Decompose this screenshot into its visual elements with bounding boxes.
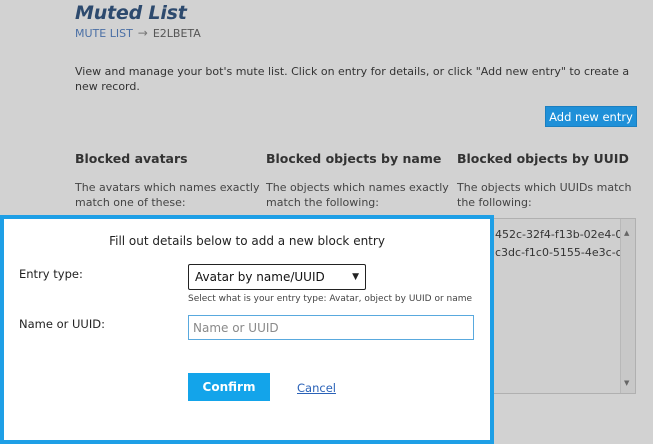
chevron-down-icon: ▼ xyxy=(352,272,359,282)
intro-text: View and manage your bot's mute list. Cl… xyxy=(75,65,630,93)
scrollbar[interactable]: ▲ ▼ xyxy=(620,219,635,393)
breadcrumb: MUTE LIST → E2LBETA xyxy=(75,26,201,40)
blocked-objects-by-name-column: Blocked objects by name The objects whic… xyxy=(266,151,451,210)
column-title: Blocked avatars xyxy=(75,151,188,166)
uuid-list-box[interactable]: 452c-32f4-f13b-02e4-0 c3dc-f1c0-5155-4e3… xyxy=(476,218,636,394)
column-desc: The avatars which names exactly match on… xyxy=(75,181,260,209)
scroll-up-icon[interactable]: ▲ xyxy=(624,229,629,237)
entry-type-select[interactable]: Avatar by name/UUID ▼ xyxy=(188,264,366,290)
column-desc: The objects which names exactly match th… xyxy=(266,181,449,209)
column-desc: The objects which UUIDs match the follow… xyxy=(457,181,632,209)
add-entry-modal: Fill out details below to add a new bloc… xyxy=(0,215,494,444)
entry-type-hint: Select what is your entry type: Avatar, … xyxy=(188,294,473,304)
list-item[interactable]: c3dc-f1c0-5155-4e3c-c xyxy=(495,246,625,259)
list-item[interactable]: 452c-32f4-f13b-02e4-0 xyxy=(495,228,625,241)
blocked-avatars-column: Blocked avatars The avatars which names … xyxy=(75,151,260,210)
entry-type-label: Entry type: xyxy=(19,267,83,281)
page-title: Muted List xyxy=(75,2,187,24)
breadcrumb-arrow-icon: → xyxy=(137,26,148,40)
breadcrumb-mute-list-link[interactable]: MUTE LIST xyxy=(75,27,133,40)
column-title: Blocked objects by name xyxy=(266,151,442,166)
cancel-link[interactable]: Cancel xyxy=(297,381,336,395)
add-new-entry-button[interactable]: Add new entry xyxy=(545,106,637,127)
confirm-button[interactable]: Confirm xyxy=(188,373,270,401)
blocked-objects-by-uuid-column: Blocked objects by UUID The objects whic… xyxy=(457,151,642,210)
scroll-down-icon[interactable]: ▼ xyxy=(624,379,629,387)
entry-type-value: Avatar by name/UUID xyxy=(195,270,325,284)
name-or-uuid-input[interactable] xyxy=(188,315,474,340)
column-title: Blocked objects by UUID xyxy=(457,151,629,166)
name-label: Name or UUID: xyxy=(19,317,105,331)
modal-title: Fill out details below to add a new bloc… xyxy=(109,234,385,248)
breadcrumb-current: E2LBETA xyxy=(152,26,201,40)
